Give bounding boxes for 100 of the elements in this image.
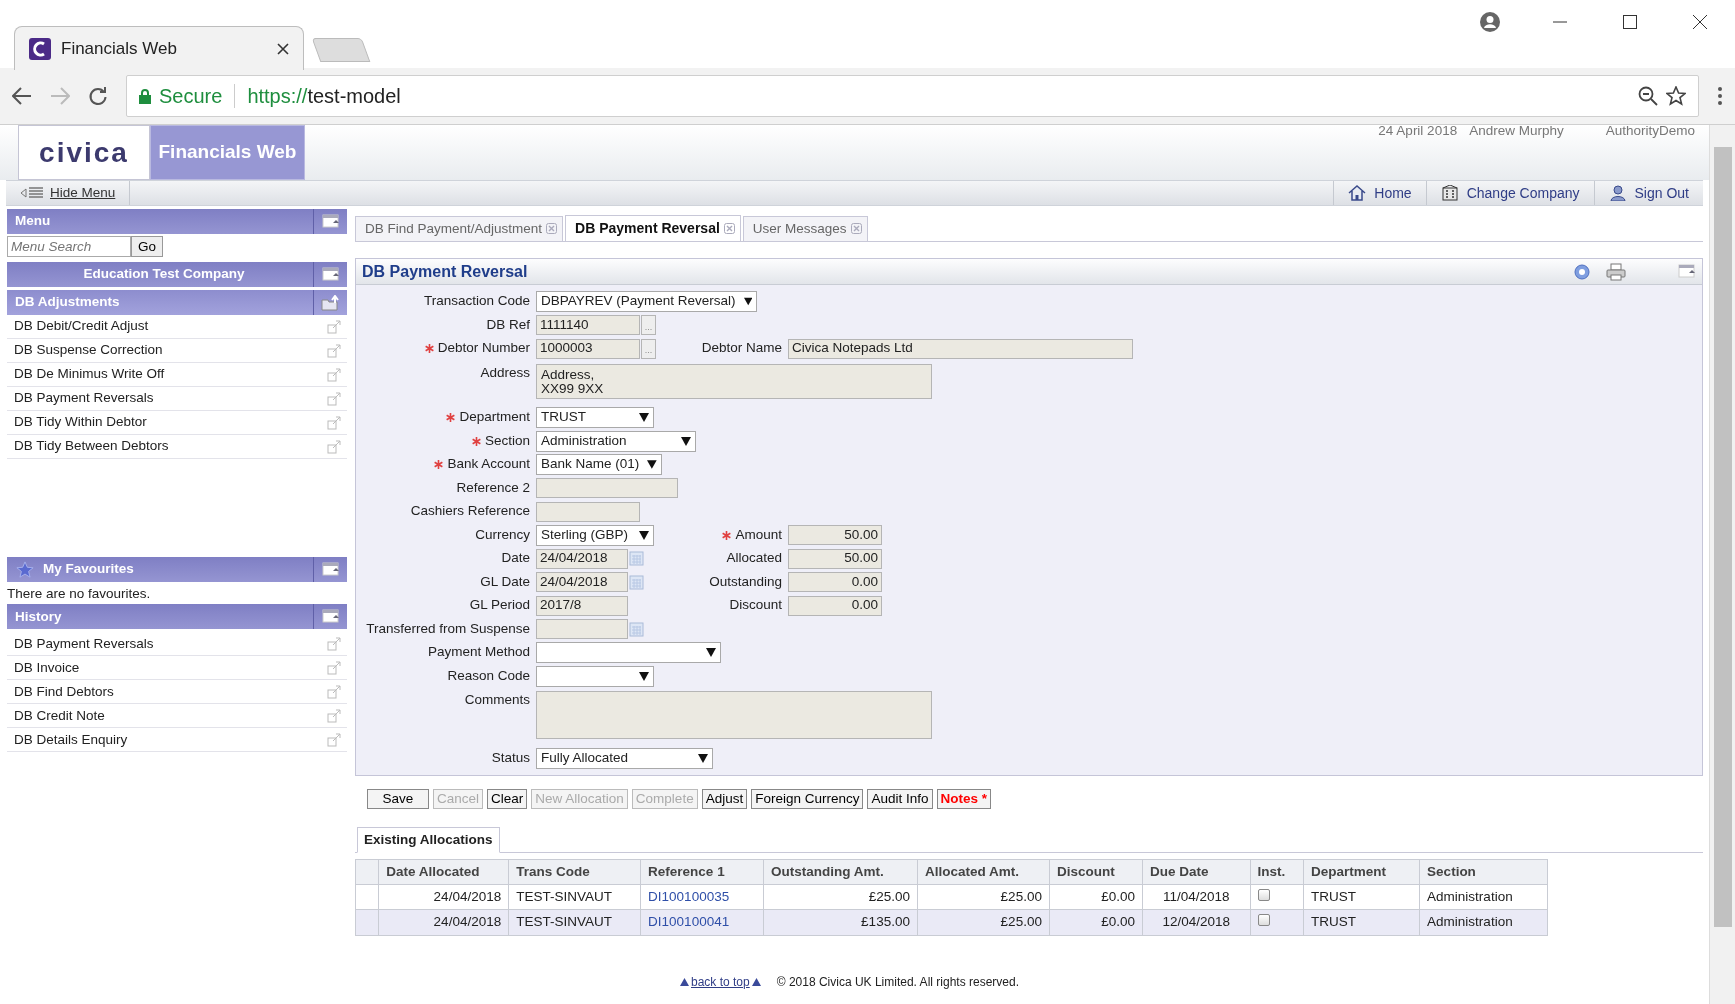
open-window-icon[interactable] bbox=[327, 367, 341, 382]
date-field[interactable]: 24/04/2018 bbox=[536, 572, 628, 592]
column-header: Date Allocated bbox=[378, 859, 509, 885]
input-field[interactable] bbox=[536, 501, 640, 522]
dropdown[interactable]: DBPAYREV (Payment Reversal) bbox=[536, 291, 757, 312]
toolbar-link[interactable]: Change Company bbox=[1425, 181, 1594, 205]
maximize-icon[interactable] bbox=[1623, 15, 1637, 29]
tab[interactable]: DB Find Payment/Adjustment bbox=[355, 215, 564, 241]
dropdown[interactable]: Administration bbox=[536, 430, 696, 452]
calendar-icon[interactable] bbox=[629, 574, 644, 590]
scrollbar[interactable] bbox=[1709, 125, 1735, 1004]
window-icon[interactable] bbox=[1678, 264, 1696, 279]
action-button[interactable]: Clear bbox=[487, 788, 528, 809]
amount-field[interactable]: 0.00 bbox=[788, 572, 882, 592]
tab[interactable]: DB Payment Reversal bbox=[565, 215, 741, 241]
window-icon[interactable] bbox=[321, 214, 340, 229]
forward-icon[interactable] bbox=[50, 87, 70, 105]
menu-item[interactable]: DB Payment Reversals bbox=[7, 632, 347, 657]
zoom-out-icon[interactable] bbox=[1638, 86, 1658, 106]
open-window-icon[interactable] bbox=[327, 708, 341, 723]
input-field[interactable] bbox=[536, 478, 678, 498]
menu-item[interactable]: DB Invoice bbox=[7, 656, 347, 681]
menu-item[interactable]: DB Tidy Within Debtor bbox=[7, 411, 347, 435]
open-window-icon[interactable] bbox=[327, 636, 341, 651]
dropdown[interactable]: Sterling (GBP) bbox=[536, 524, 654, 546]
menu-item[interactable]: DB Credit Note bbox=[7, 704, 347, 729]
menu-item[interactable]: DB Debit/Credit Adjust bbox=[7, 315, 347, 339]
menu-item[interactable]: DB Find Debtors bbox=[7, 680, 347, 705]
window-icon[interactable] bbox=[321, 562, 340, 577]
reference-link[interactable]: DI100100035 bbox=[648, 889, 730, 904]
open-window-icon[interactable] bbox=[327, 319, 341, 334]
menu-search-field[interactable]: Menu Search bbox=[7, 236, 131, 257]
column-header: Trans Code bbox=[508, 859, 641, 885]
open-window-icon[interactable] bbox=[327, 415, 341, 430]
close-icon[interactable] bbox=[277, 42, 289, 55]
amount-field[interactable]: 0.00 bbox=[788, 595, 882, 616]
open-window-icon[interactable] bbox=[327, 391, 341, 406]
open-window-icon[interactable] bbox=[327, 732, 341, 747]
open-window-icon[interactable] bbox=[327, 684, 341, 699]
input-field[interactable]: 1000003 bbox=[536, 338, 640, 359]
dropdown[interactable]: TRUST bbox=[536, 407, 654, 428]
reload-icon[interactable] bbox=[88, 86, 108, 106]
address-bar[interactable]: Secure https://test-model bbox=[126, 75, 1699, 117]
action-button[interactable]: Adjust bbox=[701, 788, 748, 809]
action-button[interactable]: Foreign Currency bbox=[751, 788, 864, 809]
back-to-top-link[interactable]: back to top bbox=[680, 973, 761, 991]
toolbar-link[interactable]: Sign Out bbox=[1593, 181, 1703, 205]
dropdown[interactable]: Fully Allocated bbox=[536, 747, 713, 769]
reference-link[interactable]: DI100100041 bbox=[648, 914, 730, 930]
field-label: Currency bbox=[475, 525, 530, 544]
dropdown[interactable] bbox=[536, 642, 721, 663]
menu-icon[interactable] bbox=[1717, 86, 1723, 106]
date-field[interactable]: 24/04/2018 bbox=[536, 548, 628, 569]
checkbox[interactable] bbox=[1257, 914, 1270, 927]
open-window-icon[interactable] bbox=[327, 439, 341, 454]
menu-item[interactable]: DB Suspense Correction bbox=[7, 339, 347, 363]
amount-field[interactable]: 50.00 bbox=[788, 525, 882, 545]
section-title: History bbox=[14, 607, 63, 626]
text-area[interactable] bbox=[536, 691, 932, 739]
print-icon[interactable] bbox=[1606, 262, 1626, 281]
action-button[interactable]: Notes * bbox=[936, 788, 992, 809]
action-button[interactable]: Audit Info bbox=[867, 788, 933, 809]
text-area[interactable]: Address, XX99 9XX bbox=[536, 363, 932, 399]
account-icon[interactable] bbox=[1480, 12, 1500, 32]
folder-icon[interactable] bbox=[320, 294, 341, 311]
hide-menu-button[interactable]: Hide Menu bbox=[6, 181, 131, 205]
checkbox[interactable] bbox=[1257, 889, 1270, 901]
open-window-icon[interactable] bbox=[327, 343, 341, 358]
up-arrow-icon bbox=[680, 978, 689, 986]
menu-item[interactable]: DB De Minimus Write Off bbox=[7, 363, 347, 387]
go-button[interactable]: Go bbox=[131, 236, 163, 257]
row-selector[interactable] bbox=[355, 884, 379, 910]
star-icon[interactable] bbox=[1666, 86, 1686, 106]
menu-item[interactable]: DB Payment Reversals bbox=[7, 387, 347, 411]
toolbar-link[interactable]: Home bbox=[1333, 181, 1426, 205]
app-favicon-icon bbox=[29, 37, 51, 60]
input-field[interactable]: Civica Notepads Ltd bbox=[788, 338, 1133, 359]
caret-icon bbox=[698, 753, 708, 763]
menu-item[interactable]: DB Details Enquiry bbox=[7, 728, 347, 753]
date-field[interactable] bbox=[536, 619, 628, 639]
input-field[interactable]: 2017/8 bbox=[536, 595, 628, 616]
calendar-icon[interactable] bbox=[629, 621, 644, 637]
window-icon[interactable] bbox=[321, 609, 340, 625]
table-header bbox=[355, 859, 379, 885]
input-field[interactable]: 1111140 bbox=[536, 315, 640, 335]
action-button[interactable]: Save bbox=[367, 788, 429, 809]
menu-item[interactable]: DB Tidy Between Debtors bbox=[7, 435, 347, 459]
tab[interactable]: User Messages bbox=[742, 215, 868, 241]
tab[interactable]: Existing Allocations bbox=[357, 826, 500, 853]
open-window-icon[interactable] bbox=[327, 660, 341, 675]
browser-tab[interactable]: Financials Web bbox=[14, 26, 304, 70]
amount-field[interactable]: 50.00 bbox=[788, 548, 882, 569]
dropdown[interactable] bbox=[536, 665, 654, 687]
row-selector[interactable] bbox=[355, 909, 379, 935]
back-icon[interactable] bbox=[12, 87, 32, 105]
close-icon[interactable] bbox=[1693, 15, 1707, 29]
column-header: Inst. bbox=[1250, 859, 1304, 885]
calendar-icon[interactable] bbox=[629, 551, 644, 566]
dropdown[interactable]: Bank Name (01) bbox=[536, 454, 662, 475]
window-icon[interactable] bbox=[321, 267, 340, 282]
